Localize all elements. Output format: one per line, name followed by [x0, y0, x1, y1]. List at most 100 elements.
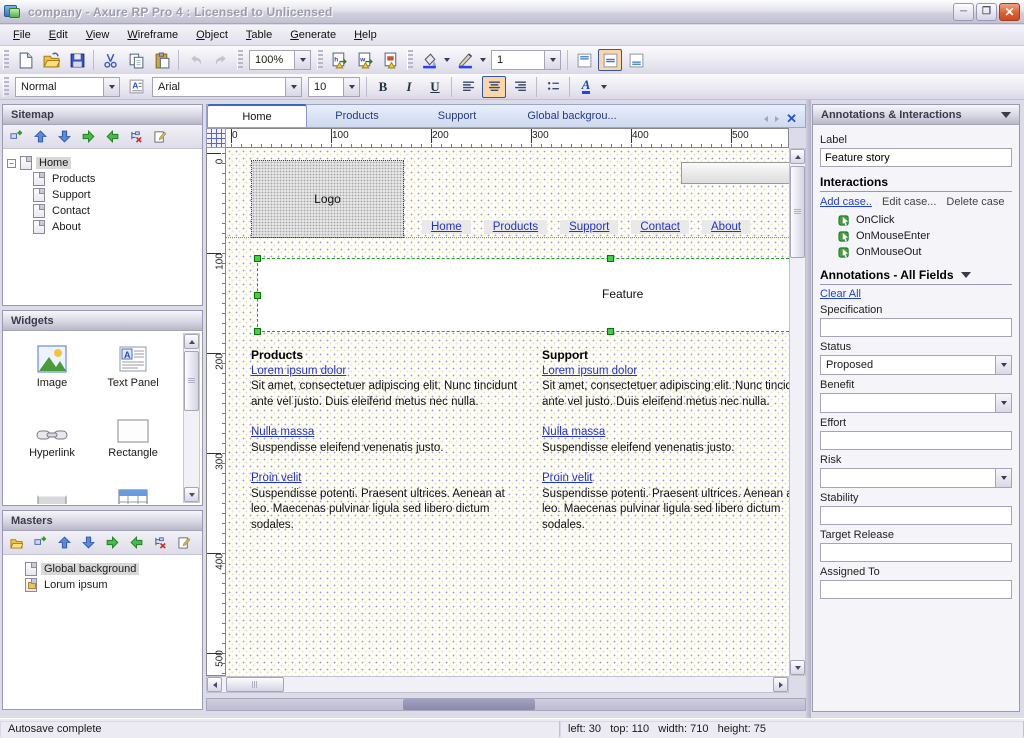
master-item-lorum-ipsum[interactable]: Lorum ipsum [7, 577, 198, 593]
tree-item-contact[interactable]: Contact [7, 203, 198, 219]
valign-top-button[interactable] [572, 49, 596, 71]
font-combobox[interactable]: Arial [152, 77, 302, 97]
products-column[interactable]: Products Lorem ipsum dolor Sit amet, con… [251, 348, 523, 533]
generate-prototype-button[interactable] [379, 49, 403, 71]
menu-file[interactable]: File [4, 26, 40, 44]
scroll-left-button[interactable] [207, 677, 222, 692]
nav-link-home[interactable]: Home [422, 220, 471, 234]
scroll-down-button[interactable] [184, 487, 199, 502]
delete-case-link[interactable]: Delete case [946, 196, 1004, 208]
nav-link-about[interactable]: About [702, 220, 750, 234]
undo-button[interactable] [183, 49, 207, 71]
restore-button[interactable]: ❐ [976, 3, 997, 21]
canvas-vertical-scrollbar[interactable] [789, 148, 806, 676]
scroll-thumb[interactable] [790, 166, 805, 258]
scroll-up-button[interactable] [790, 149, 805, 164]
scroll-up-button[interactable] [184, 334, 199, 349]
scroll-thumb[interactable] [403, 699, 535, 710]
canvas-horizontal-scrollbar[interactable] [206, 676, 789, 693]
paste-button[interactable] [150, 49, 174, 71]
event-onmouseout[interactable]: OnMouseOut [838, 244, 1012, 260]
italic-button[interactable]: I [397, 76, 421, 98]
add-master-button[interactable] [31, 534, 49, 552]
line-color-dropdown[interactable] [478, 49, 488, 71]
add-page-button[interactable] [7, 128, 25, 146]
align-left-button[interactable] [456, 76, 480, 98]
move-up-button[interactable] [55, 534, 73, 552]
nav-link-products[interactable]: Products [484, 220, 547, 234]
scroll-down-button[interactable] [790, 660, 805, 675]
move-up-button[interactable] [31, 128, 49, 146]
font-dropdown-button[interactable] [285, 78, 301, 96]
risk-select[interactable] [820, 468, 1012, 488]
widget-image[interactable]: Image [13, 339, 91, 389]
open-button[interactable] [39, 49, 63, 71]
toolbar-grip[interactable] [317, 50, 323, 70]
menu-help[interactable]: Help [345, 26, 386, 44]
tab-products[interactable]: Products [307, 104, 407, 127]
widget-rectangle[interactable]: Rectangle [94, 409, 172, 459]
line-width-combobox[interactable]: 1 [491, 50, 561, 70]
close-tab-icon[interactable]: ✕ [786, 111, 797, 127]
font-color-dropdown[interactable] [599, 76, 609, 98]
zoom-dropdown-button[interactable] [294, 51, 310, 69]
menu-view[interactable]: View [77, 26, 119, 44]
delete-page-button[interactable] [127, 128, 145, 146]
nav-link-contact[interactable]: Contact [631, 220, 689, 234]
outdent-button[interactable] [127, 534, 145, 552]
stability-input[interactable] [820, 506, 1012, 525]
master-item-global-background[interactable]: Global background [7, 561, 198, 577]
event-onclick[interactable]: OnClick [838, 212, 1012, 228]
align-center-button[interactable] [482, 76, 506, 98]
minimize-button[interactable]: ─ [953, 3, 974, 21]
collapse-icon[interactable]: − [7, 159, 16, 168]
resize-handle-mid-left[interactable] [254, 292, 261, 299]
benefit-dropdown-button[interactable] [995, 394, 1011, 412]
menu-wireframe[interactable]: Wireframe [118, 26, 187, 44]
line-width-dropdown-button[interactable] [544, 51, 560, 69]
underline-button[interactable]: U [423, 76, 447, 98]
outdent-button[interactable] [103, 128, 121, 146]
fill-color-dropdown[interactable] [442, 49, 452, 71]
bold-button[interactable]: B [371, 76, 395, 98]
save-button[interactable] [65, 49, 89, 71]
status-select[interactable]: Proposed [820, 355, 1012, 375]
wireframe-link[interactable]: Proin velit [251, 472, 302, 484]
edit-page-button[interactable] [151, 128, 169, 146]
widget-hyperlink[interactable]: Hyperlink [13, 409, 91, 459]
support-column[interactable]: Support Lorem ipsum dolor Sit amet, cons… [542, 348, 789, 533]
font-size-combobox[interactable]: 10 [308, 77, 360, 97]
wireframe-link[interactable]: Lorem ipsum dolor [251, 365, 346, 377]
toolbar-grip[interactable] [3, 50, 9, 70]
panel-menu-icon[interactable] [1001, 112, 1011, 118]
menu-table[interactable]: Table [237, 26, 281, 44]
collapse-fields-icon[interactable] [961, 272, 971, 278]
resize-handle-top-left[interactable] [254, 255, 261, 262]
menu-generate[interactable]: Generate [281, 26, 345, 44]
widget-button[interactable] [13, 479, 91, 504]
logo-placeholder[interactable]: Logo [251, 160, 404, 238]
nav-link-support[interactable]: Support [560, 220, 618, 234]
move-down-button[interactable] [79, 534, 97, 552]
target-release-input[interactable] [820, 543, 1012, 562]
menu-object[interactable]: Object [187, 26, 237, 44]
indent-button[interactable] [79, 128, 97, 146]
add-case-link[interactable]: Add case.. [820, 196, 872, 208]
tree-item-home[interactable]: − Home [7, 155, 198, 171]
line-color-button[interactable] [453, 49, 477, 71]
generate-html-button[interactable]: h [327, 49, 351, 71]
event-onmouseenter[interactable]: OnMouseEnter [838, 228, 1012, 244]
fill-color-button[interactable] [417, 49, 441, 71]
scroll-thumb[interactable] [184, 351, 199, 411]
generate-word-button[interactable]: w [353, 49, 377, 71]
edit-style-button[interactable]: A [124, 76, 148, 98]
label-input[interactable] [820, 148, 1012, 167]
delete-master-button[interactable] [151, 534, 169, 552]
tab-scroll-right-icon[interactable] [775, 116, 779, 122]
widget-text-panel[interactable]: A Text Panel [94, 339, 172, 389]
copy-button[interactable] [124, 49, 148, 71]
wireframe-canvas[interactable]: Logo Home Products Support Contact About… [226, 148, 789, 676]
new-folder-button[interactable] [7, 534, 25, 552]
bullet-list-button[interactable] [541, 76, 565, 98]
style-combobox[interactable]: Normal [15, 77, 120, 97]
